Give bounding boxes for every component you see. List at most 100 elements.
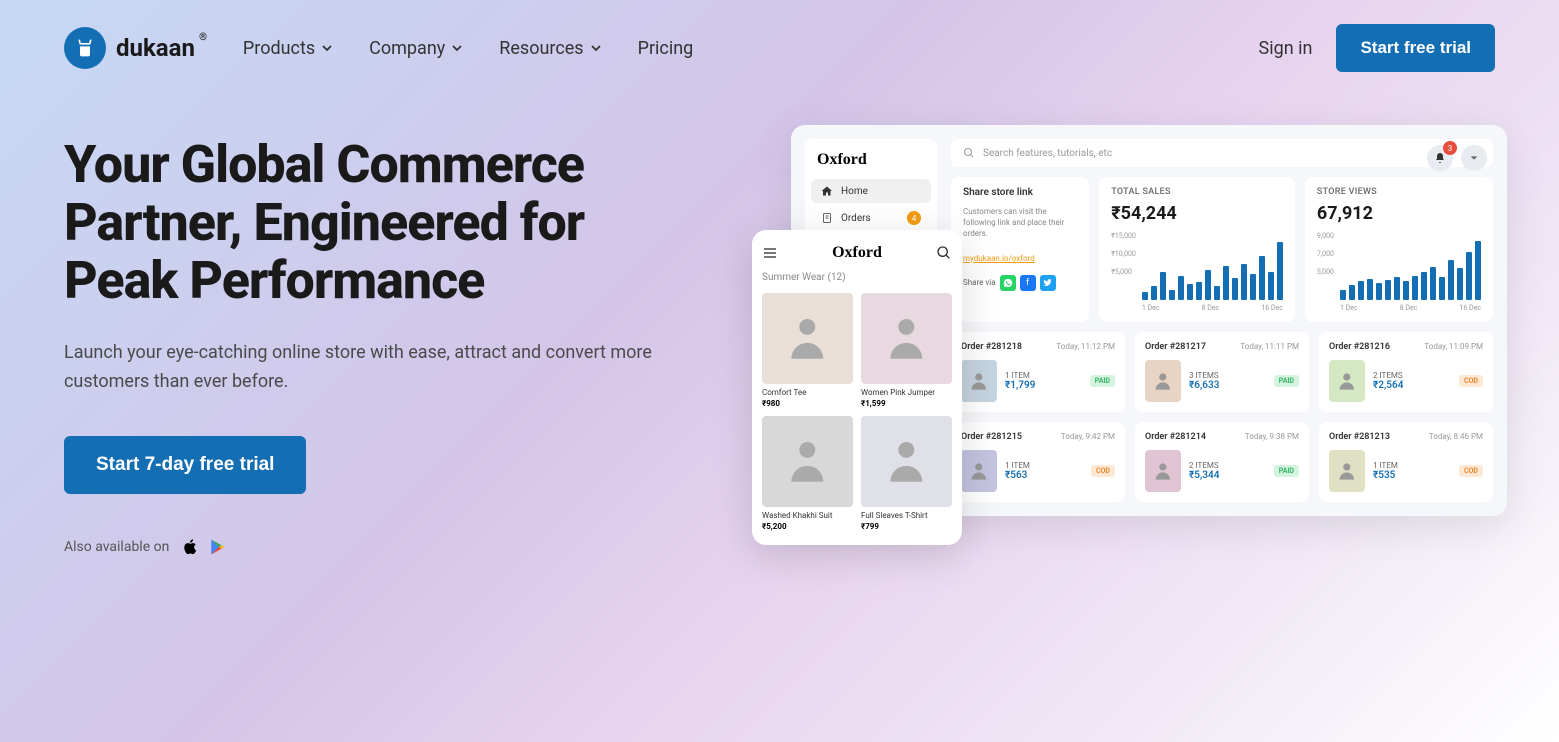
hero-section: Your Global Commerce Partner, Engineered… [0,96,720,596]
order-thumb [1329,360,1365,402]
notification-button[interactable]: 3 [1427,145,1453,171]
mobile-mockup: Oxford Summer Wear (12) Comfort Tee ₹980… [752,230,962,545]
order-number: Order #281214 [1145,432,1206,442]
search-icon [963,147,975,159]
orders-grid: Order #281218 Today, 11:12 PM 1 ITEM ₹1,… [951,332,1493,502]
store-icons [181,538,227,556]
views-x-axis: 1 Dec 8 Dec 16 Dec [1340,304,1481,312]
dashboard-header-icons: 3 [1427,145,1487,171]
order-card[interactable]: Order #281217 Today, 11:11 PM 3 ITEMS ₹6… [1135,332,1309,412]
order-items: 1 ITEM [1373,461,1451,470]
product-name: Comfort Tee [762,388,853,397]
hero-subtitle: Launch your eye-catching online store wi… [64,339,656,397]
order-card[interactable]: Order #281213 Today, 8:46 PM 1 ITEM ₹535… [1319,422,1493,502]
order-thumb [961,450,997,492]
category-title: Summer Wear (12) [762,272,952,283]
sales-chart [1142,240,1283,300]
product-name: Women Pink Jumper [861,388,952,397]
header-right: Sign in Start free trial [1259,24,1495,72]
sales-x-axis: 1 Dec 8 Dec 16 Dec [1142,304,1283,312]
order-price: ₹535 [1373,470,1451,481]
sidebar-item-orders[interactable]: Orders 4 [811,205,931,231]
order-price: ₹6,633 [1189,380,1266,391]
nav-products[interactable]: Products [243,38,333,59]
views-y-axis: 9,000 7,000 5,000 [1317,232,1334,312]
google-play-icon[interactable] [209,538,227,556]
signin-link[interactable]: Sign in [1259,38,1313,59]
also-available: Also available on [64,538,656,556]
bell-icon [1434,152,1446,164]
order-status-badge: COD [1459,375,1483,387]
order-items: 3 ITEMS [1189,371,1266,380]
user-dropdown[interactable] [1461,145,1487,171]
orders-badge: 4 [907,211,921,225]
order-status-badge: COD [1459,465,1483,477]
order-status-badge: COD [1091,465,1115,477]
order-thumb [1145,450,1181,492]
order-time: Today, 11:09 PM [1424,342,1483,352]
product-name: Full Sleaves T-Shirt [861,511,952,520]
sidebar-item-home[interactable]: Home [811,179,931,203]
logo[interactable]: dukaan [64,27,195,69]
main-nav: Products Company Resources Pricing [243,38,693,59]
search-icon[interactable] [936,245,952,261]
order-status-badge: PAID [1274,375,1299,387]
order-time: Today, 9:42 PM [1061,432,1115,442]
order-items: 1 ITEM [1005,371,1082,380]
total-sales-card: TOTAL SALES ₹54,244 ₹15,000 ₹10,000 ₹5,0… [1099,177,1295,322]
product-image [861,293,952,384]
order-card[interactable]: Order #281216 Today, 11:09 PM 2 ITEMS ₹2… [1319,332,1493,412]
product-card[interactable]: Women Pink Jumper ₹1,599 [861,293,952,408]
nav-pricing[interactable]: Pricing [638,38,694,59]
product-card[interactable]: Washed Khakhi Suit ₹5,200 [762,416,853,531]
order-price: ₹1,799 [1005,380,1082,391]
facebook-icon[interactable]: f [1020,275,1036,291]
product-image [762,293,853,384]
product-grid: Comfort Tee ₹980 Women Pink Jumper ₹1,59… [762,293,952,531]
order-number: Order #281213 [1329,432,1390,442]
order-number: Order #281215 [961,432,1022,442]
order-card[interactable]: Order #281214 Today, 9:38 PM 2 ITEMS ₹5,… [1135,422,1309,502]
site-header: dukaan Products Company Resources Pricin… [0,0,1559,96]
product-price: ₹980 [762,399,853,408]
product-card[interactable]: Comfort Tee ₹980 [762,293,853,408]
logo-text: dukaan [116,34,195,62]
logo-icon [64,27,106,69]
header-left: dukaan Products Company Resources Pricin… [64,27,693,69]
hamburger-icon[interactable] [762,245,778,261]
chevron-down-icon [451,42,463,54]
store-views-card: STORE VIEWS 67,912 9,000 7,000 5,000 1 D… [1305,177,1493,322]
sales-y-axis: ₹15,000 ₹10,000 ₹5,000 [1111,232,1136,312]
product-image [762,416,853,507]
product-price: ₹799 [861,522,952,531]
start-trial-button[interactable]: Start free trial [1336,24,1495,72]
order-price: ₹5,344 [1189,470,1266,481]
chevron-down-icon [321,42,333,54]
order-card[interactable]: Order #281215 Today, 9:42 PM 1 ITEM ₹563… [951,422,1125,502]
product-card[interactable]: Full Sleaves T-Shirt ₹799 [861,416,952,531]
store-link[interactable]: mydukaan.io/oxford [963,254,1035,263]
search-input[interactable]: Search features, tutorials, etc [951,139,1493,167]
nav-company[interactable]: Company [369,38,463,59]
dashboard-main: Search features, tutorials, etc Share st… [951,139,1493,502]
order-thumb [1145,360,1181,402]
hero-cta-button[interactable]: Start 7-day free trial [64,436,306,494]
order-time: Today, 9:38 PM [1245,432,1299,442]
product-price: ₹1,599 [861,399,952,408]
twitter-icon[interactable] [1040,275,1056,291]
share-card: Share store link Customers can visit the… [951,177,1089,322]
order-thumb [961,360,997,402]
apple-icon[interactable] [181,538,199,556]
order-thumb [1329,450,1365,492]
caret-down-icon [1469,153,1479,163]
whatsapp-icon[interactable] [1000,275,1016,291]
order-price: ₹563 [1005,470,1083,481]
order-card[interactable]: Order #281218 Today, 11:12 PM 1 ITEM ₹1,… [951,332,1125,412]
chevron-down-icon [590,42,602,54]
product-price: ₹5,200 [762,522,853,531]
share-via: Share via f [963,275,1077,291]
order-status-badge: PAID [1274,465,1299,477]
orders-icon [821,212,833,224]
nav-resources[interactable]: Resources [499,38,601,59]
mobile-store-name: Oxford [832,244,882,262]
